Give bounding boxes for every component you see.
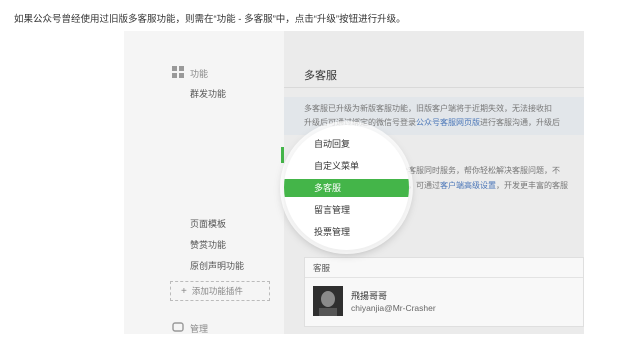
page-title: 多客服 bbox=[304, 70, 337, 82]
zoom-magnifier: 自动回复 自定义菜单 多客服 留言管理 投票管理 bbox=[284, 125, 409, 250]
agent-card-header: 客服 bbox=[305, 258, 583, 278]
plus-icon: + bbox=[181, 285, 187, 297]
menu-item-customer-service-label: 多客服 bbox=[314, 183, 342, 193]
avatar bbox=[313, 286, 343, 316]
sidebar: 功能 群发功能 页面模板 赞赏功能 原创声明功能 + 添加功能插件 管理 bbox=[124, 31, 284, 334]
menu-item-custom-menu[interactable]: 自定义菜单 bbox=[314, 159, 359, 172]
active-indicator bbox=[281, 147, 284, 163]
agent-id: chiyanjia@Mr-Crasher bbox=[351, 303, 436, 313]
sidebar-item-reward[interactable]: 赞赏功能 bbox=[190, 238, 226, 251]
title-divider bbox=[284, 87, 584, 88]
sidebar-item-page-template[interactable]: 页面模板 bbox=[190, 217, 226, 230]
notice-line-1: 多客服已升级为新版客服功能，旧版客户端将于近期失效，无法接收扣 bbox=[304, 104, 552, 113]
add-plugin-button[interactable]: + 添加功能插件 bbox=[170, 281, 270, 301]
web-client-link[interactable]: 公众号客服网页版 bbox=[416, 118, 480, 127]
sidebar-section-manage[interactable]: 管理 bbox=[190, 322, 208, 334]
advanced-settings-link[interactable]: 客户端高级设置 bbox=[440, 181, 496, 190]
agent-name: 飛揚哥哥 bbox=[351, 291, 388, 301]
add-plugin-label: 添加功能插件 bbox=[191, 286, 243, 296]
screenshot-frame: 功能 群发功能 页面模板 赞赏功能 原创声明功能 + 添加功能插件 管理 多客服… bbox=[124, 31, 584, 334]
intro-text-tail: ，开发更丰富的客服 bbox=[496, 181, 568, 190]
agent-card: 客服 飛揚哥哥 chiyanjia@Mr-Crasher bbox=[304, 257, 584, 327]
menu-item-customer-service[interactable]: 多客服 bbox=[284, 179, 409, 197]
menu-item-votes[interactable]: 投票管理 bbox=[314, 225, 350, 238]
menu-item-comments[interactable]: 留言管理 bbox=[314, 203, 350, 216]
sidebar-section-features[interactable]: 功能 bbox=[190, 67, 208, 80]
menu-item-auto-reply[interactable]: 自动回复 bbox=[314, 137, 350, 150]
article-caption: 如果公众号曾经使用过旧版多客服功能，则需在“功能 - 多客服”中，点击“升级”按… bbox=[14, 14, 406, 25]
sidebar-item-original[interactable]: 原创声明功能 bbox=[190, 259, 244, 272]
sidebar-item-mass[interactable]: 群发功能 bbox=[190, 87, 226, 100]
notice-text-tail: 进行客服沟通，升级后 bbox=[480, 118, 560, 127]
manage-icon bbox=[172, 322, 184, 332]
grid-icon bbox=[172, 66, 184, 78]
